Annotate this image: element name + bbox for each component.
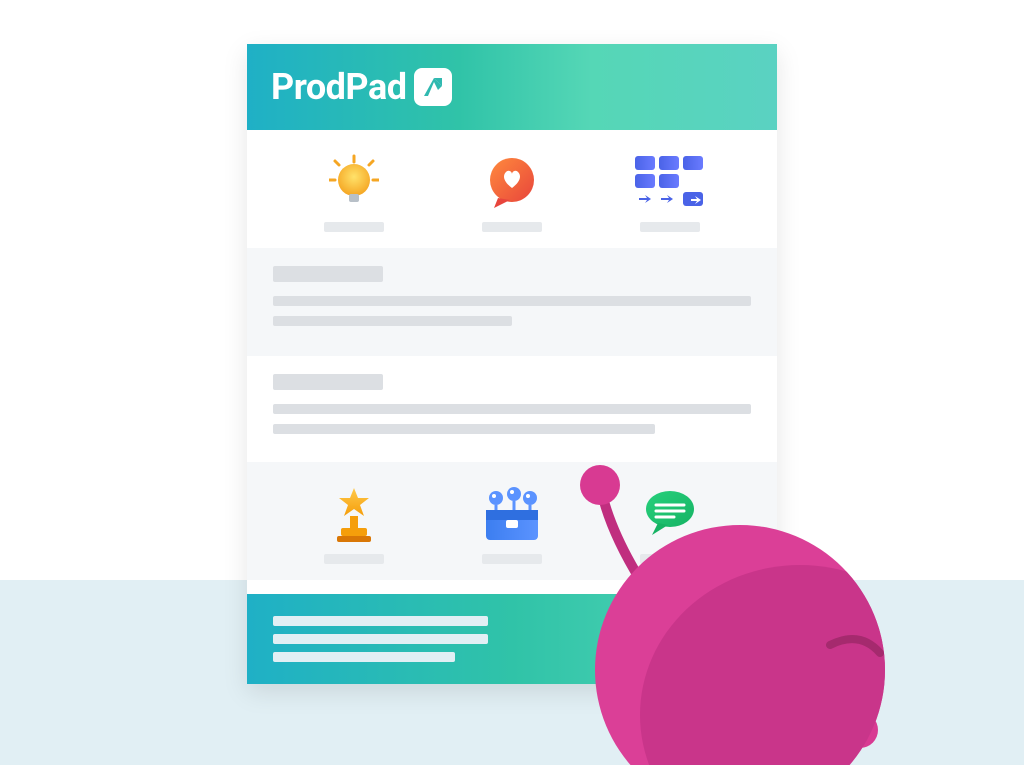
feature-cell — [275, 486, 433, 564]
placeholder-label — [482, 554, 542, 564]
ideas-box-icon — [480, 486, 544, 542]
placeholder-line — [273, 634, 488, 644]
top-icon-row — [247, 130, 777, 248]
brand-logo-badge-icon — [414, 68, 452, 106]
text-section-1 — [247, 248, 777, 356]
placeholder-line — [273, 404, 751, 414]
heart-bubble-icon — [484, 154, 540, 210]
placeholder-line — [273, 316, 512, 326]
lightbulb-icon — [329, 154, 379, 210]
trophy-star-icon — [327, 486, 381, 542]
feature-cell — [275, 154, 433, 232]
placeholder-line — [273, 616, 488, 626]
placeholder-label — [324, 554, 384, 564]
placeholder-title — [273, 374, 383, 390]
placeholder-line — [273, 296, 751, 306]
placeholder-title — [273, 266, 383, 282]
brand-logo-text: ProdPad — [271, 66, 406, 108]
placeholder-line — [273, 652, 455, 662]
placeholder-line — [273, 424, 655, 434]
placeholder-label — [482, 222, 542, 232]
placeholder-label — [640, 222, 700, 232]
mascot-dot-illustration — [540, 445, 960, 765]
placeholder-label — [324, 222, 384, 232]
card-header: ProdPad — [247, 44, 777, 130]
kanban-flow-icon — [635, 154, 705, 210]
feature-cell — [591, 154, 749, 232]
feature-cell — [433, 154, 591, 232]
